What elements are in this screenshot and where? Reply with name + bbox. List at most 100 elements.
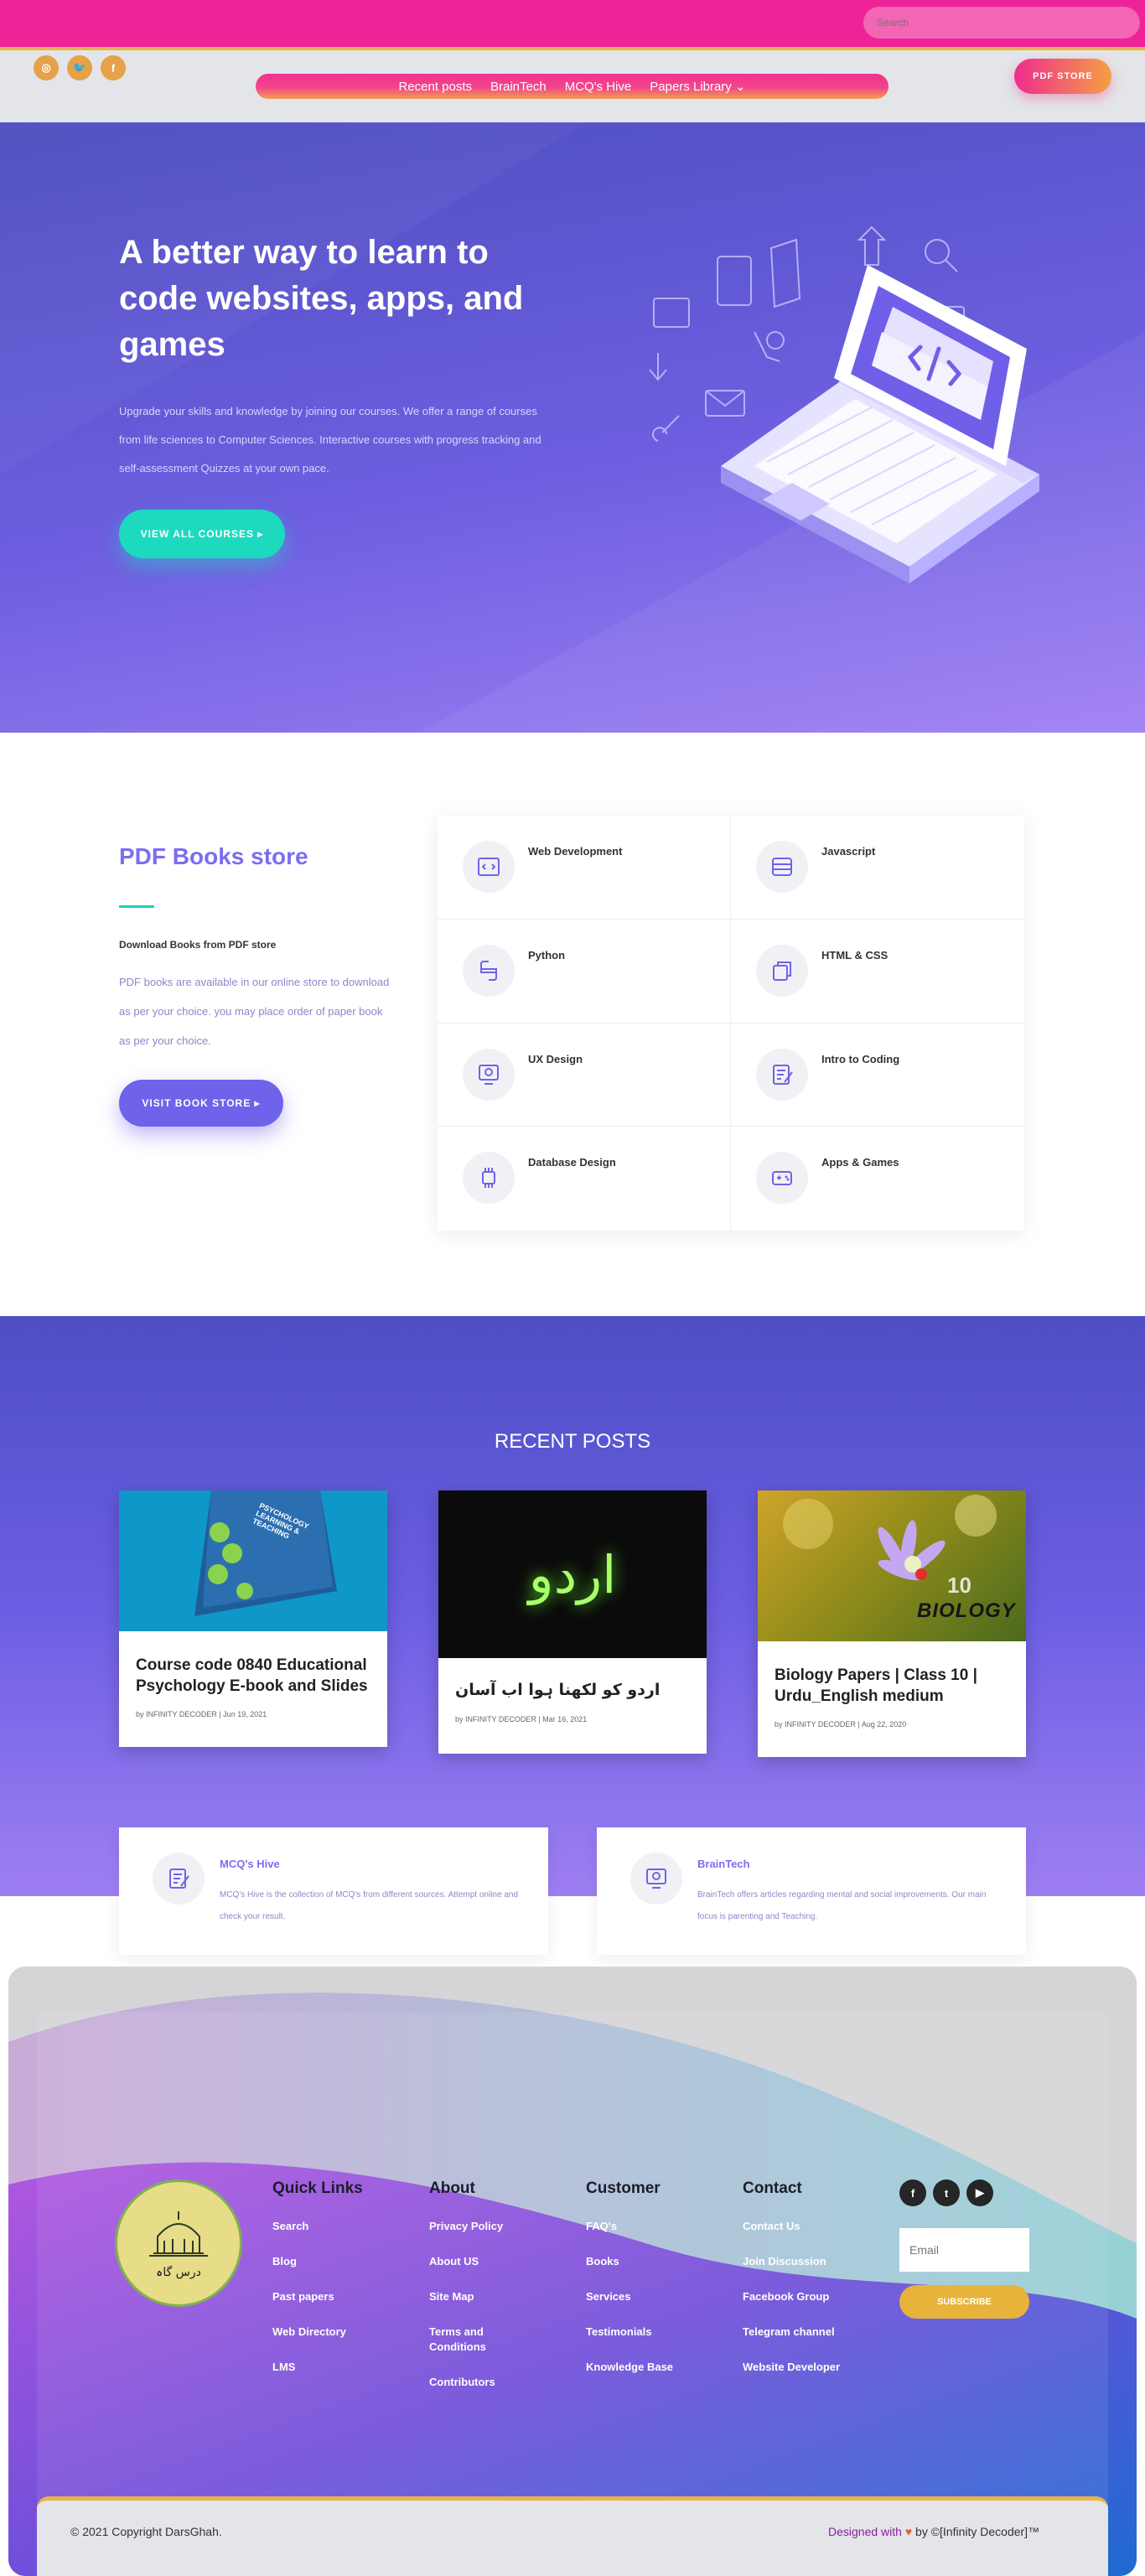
footer-social-links: f t ▶ [899,2179,993,2206]
footer-link[interactable]: Terms and Conditions [429,2325,521,2355]
category-database-design[interactable]: Database Design [438,1127,731,1231]
books-title-underline [119,905,154,908]
footer-link[interactable]: Past papers [272,2289,398,2304]
category-label: UX Design [528,1052,583,1065]
view-all-courses-button[interactable]: VIEW ALL COURSES ▸ [119,510,285,558]
footer-link[interactable]: Facebook Group [743,2289,868,2304]
post-card[interactable]: اردو اردو کو لکھنا ہوا اب آسان by INFINI… [438,1490,707,1754]
heart-icon: ♥ [904,2525,913,2538]
facebook-icon[interactable]: f [899,2179,926,2206]
instagram-icon[interactable]: ◎ [34,55,59,80]
designed-by-text: Designed with ♥ by ©[Infinity Decoder]™ [828,2525,1039,2538]
footer-column-heading: Quick Links [272,2179,363,2197]
footer-link[interactable]: Testimonials [586,2325,712,2340]
category-ux-design[interactable]: UX Design [438,1023,731,1127]
books-subtitle: Download Books from PDF store [119,939,277,951]
footer-column-quick-links: Quick Links Search Blog Past papers Web … [272,2179,398,2395]
footer-link[interactable]: Web Directory [272,2325,398,2340]
hero-description: Upgrade your skills and knowledge by joi… [119,405,541,474]
category-python[interactable]: Python [438,919,731,1024]
footer-link[interactable]: FAQ's [586,2219,712,2234]
footer-link[interactable]: Blog [272,2254,398,2269]
books-title: PDF Books store [119,843,308,869]
footer-link[interactable]: Books [586,2254,712,2269]
footer-link[interactable]: Website Developer [743,2360,868,2375]
category-label: Python [528,948,566,961]
category-apps-games[interactable]: Apps & Games [731,1127,1024,1231]
footer-link[interactable]: Telegram channel [743,2325,868,2340]
footer-link[interactable]: Join Discussion [743,2254,868,2269]
header-social-links: ◎ 🐦 f [34,55,126,80]
logo-text: درس گاہ [156,2266,201,2279]
designed-prefix: Designed with [828,2525,902,2538]
feature-card-mcqs-hive[interactable]: MCQ's Hive MCQ's Hive is the collection … [119,1827,548,1955]
course-category-grid: Web Development Javascript Python HTML &… [438,816,1024,1231]
category-label: Intro to Coding [821,1052,900,1065]
footer-link[interactable]: About US [429,2254,555,2269]
post-card[interactable]: PSYCHOLOGY LEARNING & TEACHING Course co… [119,1490,387,1747]
hero-title: A better way to learn to code websites, … [119,234,524,363]
designed-suffix[interactable]: by ©[Infinity Decoder]™ [915,2525,1039,2538]
post-title[interactable]: Biology Papers | Class 10 | Urdu_English… [775,1665,1009,1707]
category-label: Database Design [528,1156,616,1169]
post-title[interactable]: اردو کو لکھنا ہوا اب آسان [455,1680,690,1701]
nav-papers-library[interactable]: Papers Library ⌄ [650,79,745,94]
pdf-store-button[interactable]: PDF STORE [1014,59,1111,94]
notepad-icon [153,1853,205,1905]
category-intro-to-coding[interactable]: Intro to Coding [731,1024,1024,1127]
nav-mcqs-hive[interactable]: MCQ's Hive [565,80,632,94]
category-label: HTML & CSS [821,948,889,961]
recent-posts-title: RECENT POSTS [494,1430,651,1453]
facebook-icon[interactable]: f [101,55,126,80]
feature-description: MCQ's Hive is the collection of MCQ's fr… [220,1890,519,1921]
footer-column-about: About Privacy Policy About US Site Map T… [429,2179,555,2410]
twitter-icon[interactable]: t [933,2179,960,2206]
footer-column-customer: Customer FAQ's Books Services Testimonia… [586,2179,712,2395]
footer-link[interactable]: LMS [272,2360,398,2375]
post-image: PSYCHOLOGY LEARNING & TEACHING [119,1490,387,1631]
post-card[interactable]: 10 BIOLOGY Biology Papers | Class 10 | U… [758,1490,1026,1757]
books-description: PDF books are available in our online st… [119,976,390,1047]
feature-title[interactable]: MCQ's Hive [220,1858,280,1870]
post-image-caption: BIOLOGY [917,1599,1016,1622]
post-image: اردو [438,1490,707,1658]
category-label: Apps & Games [821,1156,899,1169]
feature-title[interactable]: BrainTech [697,1858,750,1870]
twitter-icon[interactable]: 🐦 [67,55,92,80]
lightbulb-icon [630,1853,682,1905]
post-meta: by INFINITY DECODER | Mar 16, 2021 [455,1715,588,1723]
category-web-development[interactable]: Web Development [438,816,731,920]
feature-description: BrainTech offers articles regarding ment… [697,1890,987,1921]
post-image-caption: اردو [528,1543,617,1605]
category-label: Javascript [821,845,876,858]
database-icon [756,841,808,893]
search-input[interactable] [863,7,1140,39]
nav-braintech[interactable]: BrainTech [490,80,547,94]
footer-link[interactable]: Services [586,2289,712,2304]
footer-link[interactable]: Privacy Policy [429,2219,555,2234]
footer-link[interactable]: Knowledge Base [586,2360,712,2375]
footer-link[interactable]: Contact Us [743,2219,868,2234]
footer-column-heading: About [429,2179,475,2197]
footer-column-contact: Contact Contact Us Join Discussion Faceb… [743,2179,868,2395]
code-window-icon [463,841,515,893]
newsletter-email-input[interactable] [899,2228,1029,2272]
dome-building-icon [149,2211,208,2257]
site-logo[interactable]: درس گاہ [115,2179,242,2307]
category-label: Web Development [528,845,623,858]
footer-link[interactable]: Search [272,2219,398,2234]
post-image-number: 10 [947,1573,971,1598]
category-html-css[interactable]: HTML & CSS [731,920,1024,1024]
footer-link[interactable]: Site Map [429,2289,555,2304]
footer-link[interactable]: Contributors [429,2375,555,2390]
notepad-icon [756,1048,808,1101]
nav-recent-posts[interactable]: Recent posts [398,80,472,94]
feature-card-braintech[interactable]: BrainTech BrainTech offers articles rega… [597,1827,1026,1955]
subscribe-button[interactable]: SUBSCRIBE [899,2285,1029,2319]
post-title[interactable]: Course code 0840 Educational Psychology … [136,1655,370,1697]
youtube-icon[interactable]: ▶ [966,2179,993,2206]
post-meta: by INFINITY DECODER | Aug 22, 2020 [775,1720,907,1729]
category-javascript[interactable]: Javascript [731,816,1024,920]
visit-book-store-button[interactable]: VISIT BOOK STORE ▸ [119,1080,283,1127]
copyright-text: © 2021 Copyright DarsGhah. [70,2525,222,2538]
